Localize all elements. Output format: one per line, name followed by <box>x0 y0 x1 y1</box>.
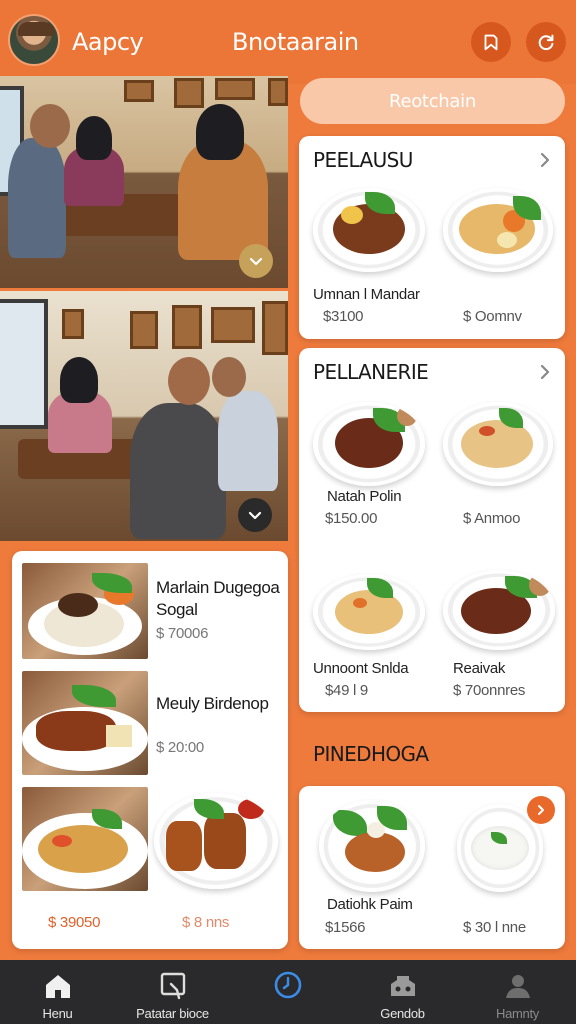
expand-photo-button[interactable] <box>239 244 273 278</box>
diner <box>218 391 278 491</box>
chevron-right-icon[interactable] <box>535 150 555 170</box>
bookmark-button[interactable] <box>471 22 511 62</box>
nav-profile[interactable]: Hamnty <box>460 960 575 1024</box>
dish-name: Datiohk Paim <box>327 896 413 913</box>
nav-label: Hamnty <box>496 1006 539 1021</box>
home-icon <box>45 975 70 998</box>
clock-icon <box>274 971 301 999</box>
diner-head <box>168 357 210 405</box>
wall-picture <box>174 78 204 108</box>
dish-price: $ 39050 <box>48 914 101 931</box>
dish-thumbnail[interactable] <box>22 787 148 891</box>
dish-image[interactable] <box>443 188 553 272</box>
page-title: Bnotaarain <box>232 28 359 56</box>
diner-head <box>60 357 98 403</box>
section-heading: PINEDHOGA <box>313 742 429 766</box>
chevron-down-icon <box>248 511 262 520</box>
wall-picture <box>215 78 255 100</box>
dish-price: $ 20:00 <box>156 739 204 756</box>
nav-label: Henu <box>42 1006 73 1021</box>
chevron-down-icon <box>249 257 263 266</box>
wall-picture <box>211 307 255 343</box>
diner-head <box>76 116 112 160</box>
dish-name: Reaivak <box>453 660 506 677</box>
section-title: PEELAUSU <box>313 148 413 172</box>
chevron-right-icon[interactable] <box>535 362 555 382</box>
dish-image[interactable] <box>443 402 553 486</box>
dish-title: Sogal <box>156 600 198 619</box>
refresh-button[interactable] <box>526 22 566 62</box>
wall-picture <box>62 309 84 339</box>
dish-title: Meuly Birdenop <box>156 694 269 713</box>
menu-section-card[interactable]: PELLANERIE Natah Polin $150.00 $ Anmoo U… <box>299 348 565 712</box>
dish-price: $ Oomnv <box>463 308 522 325</box>
wall-picture <box>268 78 288 106</box>
dish-price: $1566 <box>325 919 366 936</box>
diner <box>130 403 226 539</box>
nav-label: Gendob <box>380 1006 425 1021</box>
dish-image[interactable] <box>313 574 425 650</box>
restaurant-search-button[interactable]: Reotchain <box>300 78 565 124</box>
dish-name: Unnoont Snlda <box>313 660 409 677</box>
dish-name: Umnan l Mandar <box>313 286 420 303</box>
menu-section-card[interactable]: PEELAUSU Umnan l Mandar $3100 $ Oomnv <box>299 136 565 339</box>
section-title: PELLANERIE <box>313 360 429 384</box>
dish-price: $3100 <box>323 308 364 325</box>
dish-image[interactable] <box>154 793 278 889</box>
bookmark-icon <box>484 34 498 51</box>
dish-price: $49 l 9 <box>325 682 368 699</box>
dish-image[interactable] <box>313 188 425 272</box>
wall-picture <box>130 311 158 349</box>
refresh-icon <box>538 34 554 51</box>
dish-image[interactable] <box>443 570 555 650</box>
app-header: Aapcy Bnotaarain <box>0 0 576 84</box>
restaurant-photo-1[interactable] <box>0 76 288 288</box>
nav-clock[interactable] <box>230 960 345 1024</box>
diner-head <box>196 104 244 160</box>
expand-photo-button[interactable] <box>238 498 272 532</box>
game-icon <box>390 976 415 996</box>
app-name: Aapcy <box>72 28 144 56</box>
nav-search[interactable]: Patatar bioce <box>115 960 230 1024</box>
dish-price: $150.00 <box>325 510 378 527</box>
diner-head <box>30 104 70 148</box>
dish-price: $ 70006 <box>156 625 209 642</box>
diner <box>8 138 66 258</box>
dish-name: Natah Polin <box>327 488 402 505</box>
nav-label: Patatar bioce <box>136 1006 209 1021</box>
bottom-navigation: Henu Patatar bioce Gendob Hamnty <box>0 960 576 1024</box>
nav-games[interactable]: Gendob <box>345 960 460 1024</box>
dish-price: $ 70onnres <box>453 682 526 699</box>
restaurant-photo-2[interactable] <box>0 291 288 541</box>
featured-dishes-card: Marlain Dugegoa Sogal $ 70006 Meuly Bird… <box>12 551 288 949</box>
dish-title: Marlain Dugegoa <box>156 578 280 597</box>
dish-thumbnail[interactable] <box>22 671 148 775</box>
dish-image[interactable] <box>313 402 425 486</box>
dish-price: $ 8 nns <box>182 914 230 931</box>
diner-head <box>212 357 246 397</box>
search-icon <box>160 972 185 1000</box>
nav-home[interactable]: Henu <box>0 960 115 1024</box>
wall-picture <box>172 305 202 349</box>
avatar[interactable] <box>8 14 60 66</box>
dish-image[interactable] <box>319 800 425 892</box>
dish-thumbnail[interactable] <box>22 563 148 659</box>
dish-price: $ 30 l nne <box>463 919 526 936</box>
menu-section-card[interactable]: Datiohk Paim $1566 $ 30 l nne <box>299 786 565 949</box>
chevron-right-icon <box>538 805 544 815</box>
profile-icon <box>505 975 530 998</box>
next-button[interactable] <box>527 796 555 824</box>
dish-price: $ Anmoo <box>463 510 521 527</box>
window <box>0 299 48 429</box>
wall-picture <box>262 301 288 355</box>
wall-picture <box>124 80 154 102</box>
